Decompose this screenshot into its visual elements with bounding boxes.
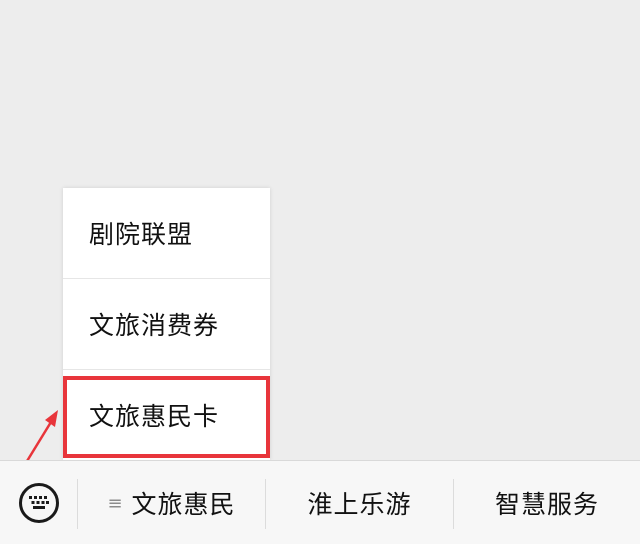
submenu-item-benefit-card[interactable]: 文旅惠民卡 [63,370,270,460]
arrow-head [45,410,58,427]
tab-wenlv-huimin[interactable]: ≡ 文旅惠民 [78,461,265,544]
tab-label: 智慧服务 [494,490,599,519]
submenu-item-label: 剧院联盟 [89,220,194,249]
submenu-item-theater-alliance[interactable]: 剧院联盟 [63,188,270,278]
chat-screen: 剧院联盟 文旅消费券 文旅惠民卡 ≡ 文旅惠民 淮上乐游 智慧服务 [0,0,640,544]
tab-label: 文旅惠民 [131,490,236,519]
keyboard-toggle-button[interactable] [0,461,77,544]
tab-label: 淮上乐游 [307,490,412,519]
menu-lines-icon: ≡ [107,492,124,514]
tab-huaishang-leyou[interactable]: 淮上乐游 [266,461,453,544]
submenu-item-label: 文旅消费券 [89,311,220,340]
submenu-item-consumption-coupon[interactable]: 文旅消费券 [63,279,270,369]
submenu-popup: 剧院联盟 文旅消费券 文旅惠民卡 [63,188,270,460]
bottom-menu-bar: ≡ 文旅惠民 淮上乐游 智慧服务 [0,460,640,544]
tab-smart-service[interactable]: 智慧服务 [454,461,640,544]
keyboard-icon [18,483,59,523]
submenu-item-label: 文旅惠民卡 [89,402,220,431]
